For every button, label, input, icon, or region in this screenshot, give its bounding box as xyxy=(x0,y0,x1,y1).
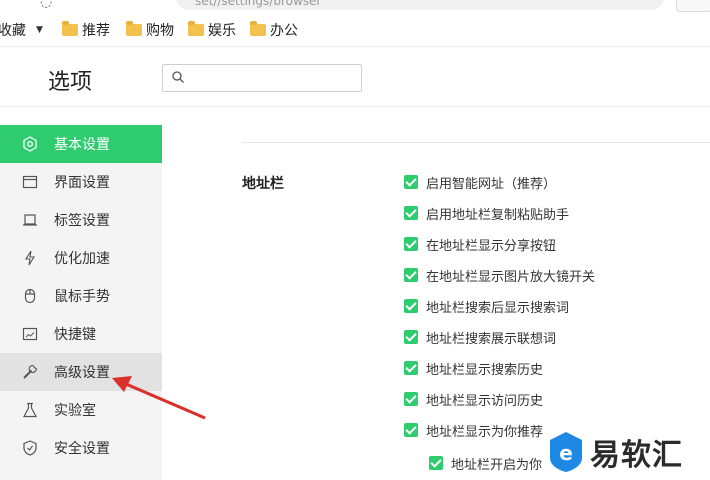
bookmark-folder-label: 购物 xyxy=(146,23,174,39)
favorites-menu[interactable]: 收藏 ▼ xyxy=(0,20,43,40)
option-label: 在地址栏显示图片放大镜开关 xyxy=(426,269,596,285)
chevron-down-icon: ▼ xyxy=(36,25,43,35)
checkbox-checked[interactable] xyxy=(404,299,418,313)
sidebar-item-interface-settings[interactable]: 界面设置 xyxy=(0,163,162,201)
option-label: 地址栏搜索后显示搜索词 xyxy=(426,300,570,316)
refresh-icon[interactable]: ◌ xyxy=(40,0,52,10)
folder-icon xyxy=(126,21,142,36)
sidebar-item-shortcuts[interactable]: 快捷键 xyxy=(0,315,162,353)
gear-icon xyxy=(23,136,37,152)
folder-icon xyxy=(62,21,78,36)
svg-text:e: e xyxy=(559,441,573,465)
checkbox-checked[interactable] xyxy=(404,330,418,344)
sidebar-item-label: 快捷键 xyxy=(54,327,96,343)
bookmark-folder-label: 推荐 xyxy=(82,23,110,39)
lightning-icon xyxy=(25,250,35,266)
sidebar-item-basic-settings[interactable]: 基本设置 xyxy=(0,125,162,163)
option-label: 地址栏显示访问历史 xyxy=(426,393,544,409)
sidebar-item-advanced-settings[interactable]: 高级设置 xyxy=(0,353,162,391)
checkbox-checked[interactable] xyxy=(404,423,418,437)
folder-icon xyxy=(250,21,266,36)
search-icon xyxy=(172,71,184,83)
search-input[interactable] xyxy=(191,67,355,89)
page-title: 选项 xyxy=(48,70,93,95)
sidebar-item-label: 优化加速 xyxy=(54,251,110,267)
option-visit-history[interactable]: 地址栏显示访问历史 xyxy=(404,389,543,409)
address-bar-text: set//settings/browser xyxy=(195,0,322,8)
settings-search[interactable] xyxy=(162,64,362,92)
address-bar[interactable]: set//settings/browser xyxy=(175,0,665,10)
option-share-button[interactable]: 在地址栏显示分享按钮 xyxy=(404,234,556,254)
sidebar-item-lab[interactable]: 实验室 xyxy=(0,391,162,429)
divider xyxy=(242,142,710,143)
divider xyxy=(0,106,710,107)
option-search-suggestions[interactable]: 地址栏搜索展示联想词 xyxy=(404,327,556,347)
option-label: 地址栏显示为你推荐 xyxy=(426,424,544,440)
option-smart-url[interactable]: 启用智能网址（推荐） xyxy=(404,172,556,192)
sidebar-item-label: 高级设置 xyxy=(54,365,110,381)
option-image-magnifier[interactable]: 在地址栏显示图片放大镜开关 xyxy=(404,265,595,285)
checkbox-checked[interactable] xyxy=(429,456,443,470)
sidebar-item-optimize[interactable]: 优化加速 xyxy=(0,239,162,277)
sidebar-item-label: 鼠标手势 xyxy=(54,289,110,305)
menu-button[interactable] xyxy=(676,0,710,12)
bookmarks-bar: 收藏 ▼ 推荐 购物 娱乐 办公 xyxy=(0,14,710,46)
checkbox-checked[interactable] xyxy=(404,392,418,406)
sidebar-item-label: 界面设置 xyxy=(54,175,110,191)
option-label: 在地址栏显示分享按钮 xyxy=(426,238,557,254)
checkbox-checked[interactable] xyxy=(404,175,418,189)
folder-icon xyxy=(188,21,204,36)
option-recommend-for-you[interactable]: 地址栏显示为你推荐 xyxy=(404,420,543,440)
favorites-label: 收藏 xyxy=(0,23,26,39)
shield-icon xyxy=(23,440,37,456)
checkbox-checked[interactable] xyxy=(404,237,418,251)
checkbox-checked[interactable] xyxy=(404,361,418,375)
keyboard-icon xyxy=(22,327,38,341)
sidebar-item-security-settings[interactable]: 安全设置 xyxy=(0,429,162,467)
option-search-history[interactable]: 地址栏显示搜索历史 xyxy=(404,358,543,378)
watermark-logo: e 易软汇 xyxy=(548,430,683,474)
bookmark-folder-recommend[interactable]: 推荐 xyxy=(62,20,110,40)
settings-sidebar: 基本设置 界面设置 标签设置 优化加速 鼠标手势 快捷键 高级设置 实验室 安全… xyxy=(0,125,162,480)
option-label: 启用智能网址（推荐） xyxy=(426,176,557,192)
bookmark-folder-entertainment[interactable]: 娱乐 xyxy=(188,20,236,40)
checkbox-checked[interactable] xyxy=(404,268,418,282)
window-icon xyxy=(22,175,38,189)
bookmark-folder-shopping[interactable]: 购物 xyxy=(126,20,174,40)
bookmark-folder-label: 办公 xyxy=(270,23,298,39)
browser-toolbar: ◌ set//settings/browser xyxy=(0,0,710,12)
section-label-address-bar: 地址栏 xyxy=(242,176,284,192)
checkbox-checked[interactable] xyxy=(404,206,418,220)
option-show-search-term[interactable]: 地址栏搜索后显示搜索词 xyxy=(404,296,569,316)
sidebar-item-label: 标签设置 xyxy=(54,213,110,229)
mouse-icon xyxy=(24,288,36,304)
tab-icon xyxy=(23,214,37,226)
bookmark-folder-office[interactable]: 办公 xyxy=(250,20,298,40)
option-label: 地址栏显示搜索历史 xyxy=(426,362,544,378)
option-sub-recommend[interactable]: 地址栏开启为你 xyxy=(429,453,542,473)
divider xyxy=(0,46,710,47)
sidebar-item-label: 基本设置 xyxy=(54,137,110,153)
option-label: 启用地址栏复制粘贴助手 xyxy=(426,207,570,223)
bookmark-folder-label: 娱乐 xyxy=(208,23,236,39)
sidebar-item-label: 安全设置 xyxy=(54,441,110,457)
watermark-logo-icon: e xyxy=(550,432,582,472)
flask-icon xyxy=(23,402,37,418)
option-copy-paste-helper[interactable]: 启用地址栏复制粘贴助手 xyxy=(404,203,569,223)
wrench-icon xyxy=(23,364,38,379)
sidebar-item-tab-settings[interactable]: 标签设置 xyxy=(0,201,162,239)
option-label: 地址栏搜索展示联想词 xyxy=(426,331,557,347)
sidebar-item-mouse-gestures[interactable]: 鼠标手势 xyxy=(0,277,162,315)
sidebar-item-label: 实验室 xyxy=(54,403,96,419)
watermark-text: 易软汇 xyxy=(590,438,683,473)
option-label: 地址栏开启为你 xyxy=(451,457,543,473)
